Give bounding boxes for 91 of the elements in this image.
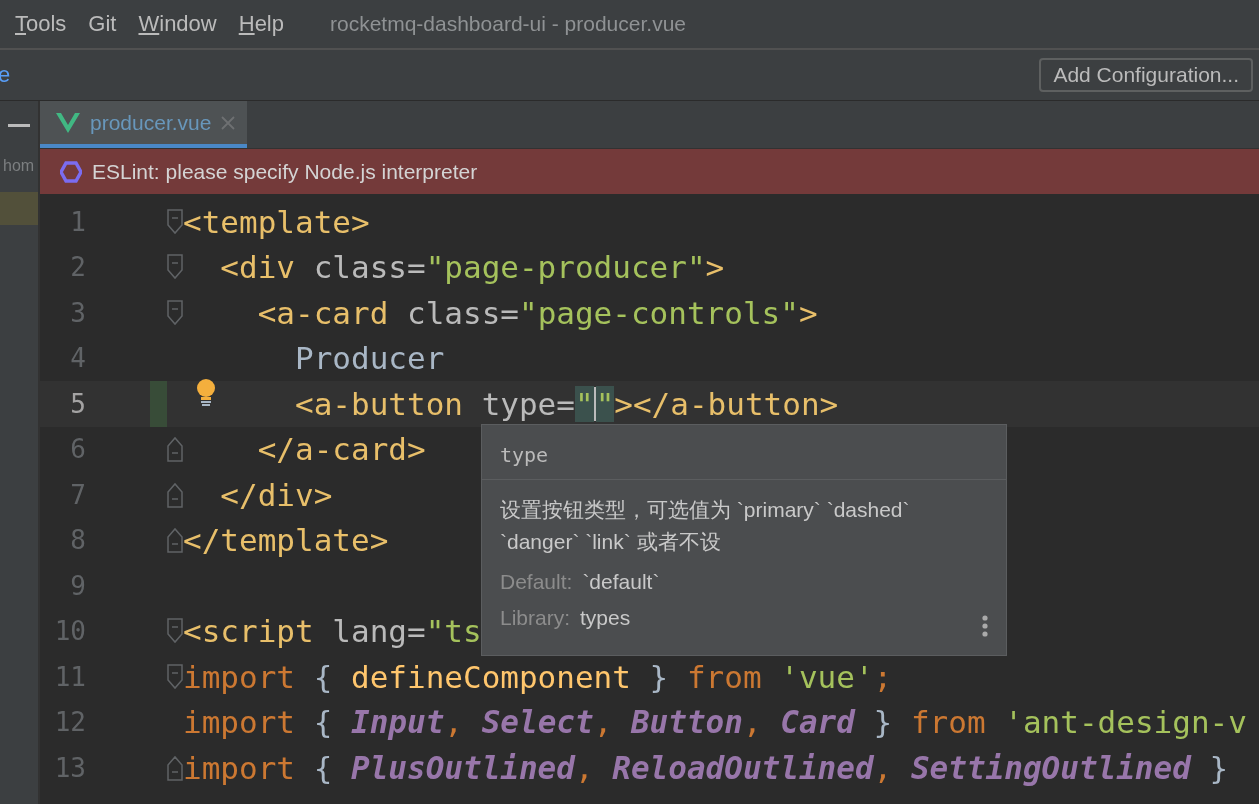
- line-number: 12: [53, 707, 86, 738]
- line-number: 3: [69, 297, 86, 328]
- code-token: ;: [873, 658, 893, 695]
- default-value: `default`: [582, 570, 660, 594]
- line-number: 4: [69, 343, 86, 374]
- code-token: {: [312, 658, 334, 695]
- code-token: ReloadOutlined: [612, 749, 874, 786]
- library-value: types: [580, 606, 631, 630]
- code-token: <a-card: [257, 294, 389, 331]
- menu-item[interactable]: Git: [88, 11, 117, 37]
- popup-description: 设置按钮类型，可选值为 `primary` `dashed` `danger` `link` 或者不设: [500, 497, 911, 555]
- hexagon-icon: [60, 160, 82, 183]
- line-number: 13: [53, 752, 86, 783]
- fold-icon[interactable]: [167, 208, 183, 235]
- code-token: {: [312, 704, 334, 741]
- fold-icon[interactable]: [167, 527, 183, 554]
- line-number: 5: [69, 388, 86, 419]
- code-token: Input: [351, 704, 445, 741]
- code-token: }: [872, 704, 894, 741]
- popup-title: type: [482, 425, 1006, 480]
- code-token: <script: [183, 613, 314, 650]
- code-token: class=: [312, 249, 426, 286]
- code-token: ,: [593, 704, 614, 741]
- code-token: lang=: [331, 613, 426, 650]
- line-number: 7: [69, 479, 86, 510]
- default-label: Default:: [500, 570, 573, 594]
- code-token: }: [648, 658, 670, 695]
- fold-icon[interactable]: [167, 299, 183, 326]
- code-token: ></a-button>: [614, 385, 839, 422]
- window-title: rocketmq-dashboard-ui - producer.vue: [330, 12, 686, 36]
- library-label: Library:: [500, 606, 571, 630]
- close-icon[interactable]: [221, 115, 236, 130]
- fold-icon[interactable]: [167, 481, 183, 508]
- code-token: <a-button: [295, 385, 463, 422]
- code-token: defineComponent: [351, 658, 631, 695]
- line-number: 9: [69, 570, 86, 601]
- code-token: PlusOutlined: [351, 749, 575, 786]
- code-token: "page-producer": [425, 249, 706, 286]
- menu-item[interactable]: Window: [138, 11, 217, 37]
- code-token: Producer: [295, 340, 445, 377]
- code-token: import: [183, 749, 295, 786]
- minimize-icon[interactable]: [8, 123, 30, 127]
- code-token: import: [183, 658, 295, 695]
- code-token: </template>: [183, 522, 389, 559]
- code-token: </div>: [220, 476, 333, 513]
- menu-item[interactable]: Tools: [15, 11, 67, 37]
- line-number: 2: [69, 252, 86, 283]
- gutter-highlight: [0, 192, 38, 225]
- line-number: 8: [69, 525, 86, 556]
- code-token: >: [798, 294, 818, 331]
- fold-icon[interactable]: [167, 254, 183, 281]
- code-token: </a-card>: [257, 431, 426, 468]
- code-token: from: [910, 704, 986, 741]
- code-token: "page-controls": [518, 294, 799, 331]
- panel-label: hom: [2, 157, 36, 175]
- code-token: >: [705, 249, 725, 286]
- code-token: Button: [630, 704, 743, 741]
- code-token: type=: [480, 385, 575, 422]
- banner-text: ESLint: please specify Node.js interpreter: [92, 159, 478, 184]
- code-token: <template>: [183, 203, 370, 240]
- code-token: Select: [481, 704, 594, 741]
- code-token: {: [312, 749, 334, 786]
- menu-item[interactable]: Help: [238, 11, 284, 37]
- code-token: ": [595, 385, 615, 422]
- more-icon[interactable]: [982, 615, 988, 637]
- vue-logo-icon: [56, 112, 80, 133]
- code-token: <div: [220, 249, 295, 286]
- code-token: import: [183, 704, 295, 741]
- fold-icon[interactable]: [167, 436, 183, 463]
- lightbulb-icon[interactable]: [196, 377, 216, 408]
- code-token: "ts: [425, 613, 482, 650]
- code-token: class=: [405, 294, 519, 331]
- line-number: 1: [69, 206, 86, 237]
- code-token: 'vue': [779, 658, 874, 695]
- line-number: 11: [53, 661, 86, 692]
- fold-icon[interactable]: [167, 618, 183, 645]
- add-configuration-button[interactable]: Add Configuration...: [1039, 58, 1253, 92]
- code-token: 'ant-design-v: [1003, 704, 1247, 741]
- code-token: ,: [873, 749, 894, 786]
- line-number: 10: [53, 616, 86, 647]
- fold-icon[interactable]: [167, 754, 183, 781]
- fold-icon[interactable]: [167, 663, 183, 690]
- code-token: }: [1208, 749, 1229, 786]
- code-token: Card: [780, 704, 855, 741]
- code-token: ,: [742, 704, 763, 741]
- code-token: ": [574, 385, 594, 422]
- code-token: SettingOutlined: [910, 749, 1191, 786]
- line-number: 6: [69, 434, 86, 465]
- tab-label: producer.vue: [90, 110, 212, 135]
- code-token: ,: [444, 704, 464, 741]
- code-token: from: [686, 658, 762, 695]
